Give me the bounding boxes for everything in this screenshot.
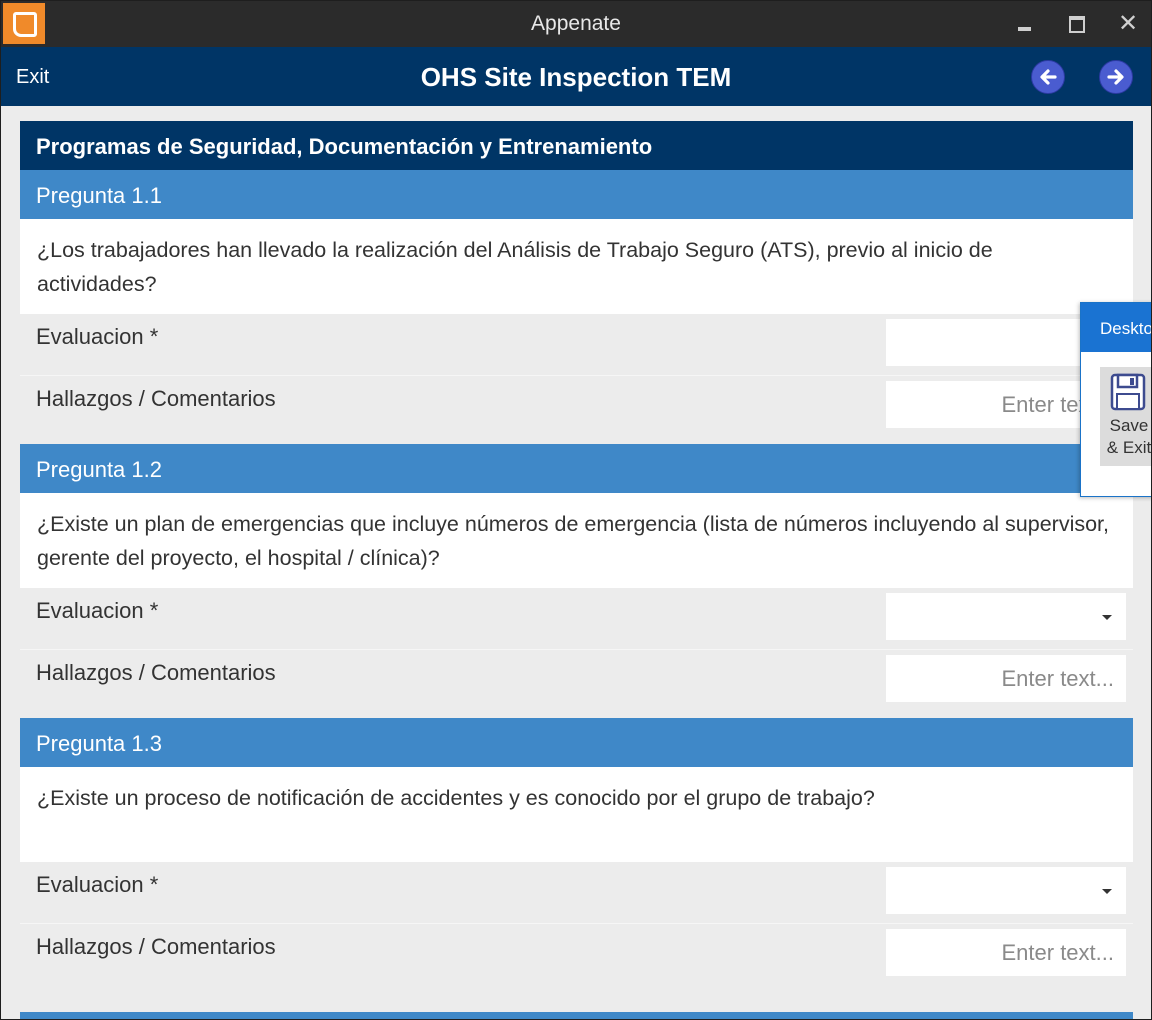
popup-title: Desktop bbox=[1081, 303, 1151, 352]
comments-placeholder: Enter text... bbox=[1001, 940, 1115, 965]
next-question-header bbox=[20, 1012, 1133, 1019]
comments-row: Hallazgos / Comentarios Enter text... bbox=[20, 649, 1133, 711]
app-header: Exit OHS Site Inspection TEM bbox=[1, 47, 1151, 106]
question-text: ¿Existe un plan de emergencias que inclu… bbox=[20, 493, 1133, 588]
evaluation-dropdown[interactable] bbox=[886, 593, 1126, 640]
comments-label: Hallazgos / Comentarios bbox=[36, 934, 276, 959]
close-icon[interactable]: ✕ bbox=[1113, 9, 1143, 39]
maximize-icon[interactable] bbox=[1061, 9, 1091, 39]
evaluation-row: Evaluacion * bbox=[20, 862, 1133, 923]
form-content: Programas de Seguridad, Documentación y … bbox=[20, 121, 1133, 985]
comments-row: Hallazgos / Comentarios Enter text... bbox=[20, 375, 1133, 437]
chevron-down-icon bbox=[1102, 615, 1112, 620]
evaluation-dropdown[interactable] bbox=[886, 867, 1126, 914]
floppy-disk-icon bbox=[1110, 373, 1146, 411]
save-exit-button[interactable]: Save & Exit bbox=[1100, 367, 1152, 466]
comments-row: Hallazgos / Comentarios Enter text... bbox=[20, 923, 1133, 985]
evaluation-row: Evaluacion * bbox=[20, 588, 1133, 649]
comments-label: Hallazgos / Comentarios bbox=[36, 386, 276, 411]
minimize-icon[interactable] bbox=[1009, 9, 1039, 39]
form-title: OHS Site Inspection TEM bbox=[420, 62, 732, 92]
window-title: Appenate bbox=[531, 12, 621, 35]
exit-label: & Exit bbox=[1106, 438, 1152, 457]
arrow-right-icon[interactable] bbox=[1099, 60, 1133, 94]
evaluation-label: Evaluacion * bbox=[36, 872, 159, 897]
question-header: Pregunta 1.3 bbox=[20, 718, 1133, 767]
evaluation-label: Evaluacion * bbox=[36, 324, 159, 349]
comments-label: Hallazgos / Comentarios bbox=[36, 660, 276, 685]
question-header: Pregunta 1.1 bbox=[20, 170, 1133, 219]
chevron-down-icon bbox=[1102, 889, 1112, 894]
section-title: Programas de Seguridad, Documentación y … bbox=[20, 121, 1133, 170]
evaluation-label: Evaluacion * bbox=[36, 598, 159, 623]
comments-input[interactable]: Enter text... bbox=[886, 929, 1126, 976]
save-label: Save bbox=[1109, 416, 1149, 435]
question-text: ¿Existe un proceso de notificación de ac… bbox=[20, 767, 1133, 862]
evaluation-row: Evaluacion * bbox=[20, 314, 1133, 375]
question-text: ¿Los trabajadores han llevado la realiza… bbox=[20, 219, 1133, 314]
desktop-popup: Desktop Save & Exit bbox=[1080, 302, 1152, 497]
arrow-left-icon[interactable] bbox=[1031, 60, 1065, 94]
app-window: Appenate ✕ Exit OHS Site Inspection TEM … bbox=[0, 0, 1152, 1020]
window-titlebar: Appenate ✕ bbox=[1, 1, 1151, 47]
comments-input[interactable]: Enter text... bbox=[886, 655, 1126, 702]
comments-placeholder: Enter text... bbox=[1001, 666, 1115, 691]
question-header: Pregunta 1.2 bbox=[20, 444, 1133, 493]
